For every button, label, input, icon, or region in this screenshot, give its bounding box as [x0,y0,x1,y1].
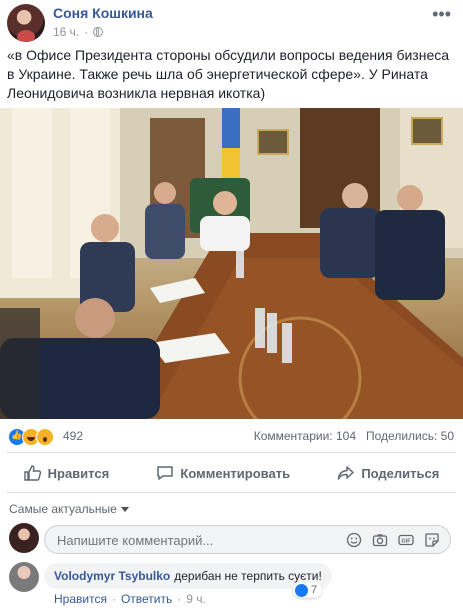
chevron-down-icon [120,506,129,512]
gif-icon[interactable]: GIF [398,532,414,548]
comment-time[interactable]: 9 ч. [186,592,206,606]
comment-actions: Нравится · Ответить · 9 ч. [54,592,206,606]
share-button[interactable]: Поделиться [337,465,439,481]
current-user-avatar [9,523,39,553]
comment-label: Комментировать [180,465,291,481]
comment-reply-link[interactable]: Ответить [121,592,172,606]
like-reaction-icon [295,583,308,597]
reaction-icons[interactable] [8,428,54,446]
comment-sort-dropdown[interactable]: Самые актуальные [9,502,129,516]
reaction-summary-bar: 492 Комментарии: 104 Поделились: 50 [0,424,463,448]
comment-text: дерибан не терпить суєти! [174,569,322,583]
svg-text:GIF: GIF [401,538,411,544]
post-meta: 16 ч. · [53,25,104,39]
post-text: «в Офисе Президента стороны обсудили воп… [7,47,450,101]
like-label: Нравится [47,465,110,481]
dot-separator: · [111,592,116,606]
sticker-icon[interactable] [424,532,440,548]
comment-reaction-count: 7 [311,584,318,596]
divider [7,452,456,453]
comment-button[interactable]: Комментировать [156,465,290,481]
comments-count[interactable]: Комментарии: 104 [254,429,356,443]
wow-reaction-icon [36,428,54,446]
comment-bubble: Volodymyr Tsybulko дерибан не терпить су… [44,563,332,589]
comment-input-box[interactable]: GIF [44,525,451,554]
comment-input-tools: GIF [346,532,440,548]
commenter-name[interactable]: Volodymyr Tsybulko [54,569,170,583]
share-arrow-icon [338,466,355,480]
engagement-counts: Комментарии: 104 Поделились: 50 [254,429,454,443]
share-label: Поделиться [361,465,440,481]
sort-label: Самые актуальные [9,502,117,516]
reaction-count[interactable]: 492 [63,429,83,443]
dot-separator: · [177,592,182,606]
thumbs-up-icon [23,465,41,481]
post-actions: Нравится Комментировать Поделиться [0,456,463,490]
author-avatar[interactable] [7,4,45,42]
more-options-button[interactable]: ••• [432,4,451,25]
post-header: Соня Кошкина 16 ч. · ••• [0,0,463,44]
commenter-avatar[interactable] [9,562,39,592]
divider [7,492,456,493]
comment-input[interactable] [55,531,329,550]
meeting-photo-illustration [0,108,463,419]
like-button[interactable]: Нравится [23,465,110,481]
author-name[interactable]: Соня Кошкина [53,5,153,21]
speech-bubble-icon [157,466,174,480]
post-photo[interactable] [0,108,463,419]
post-time[interactable]: 16 ч. [53,25,79,39]
globe-icon[interactable] [93,27,104,37]
comment-like-link[interactable]: Нравится [54,592,107,606]
more-icon: ••• [432,4,451,24]
comment-reaction-badge[interactable]: 7 [293,582,323,598]
camera-icon[interactable] [372,532,388,548]
emoji-icon[interactable] [346,532,362,548]
shares-count[interactable]: Поделились: 50 [366,429,454,443]
dot-separator: · [84,25,89,39]
